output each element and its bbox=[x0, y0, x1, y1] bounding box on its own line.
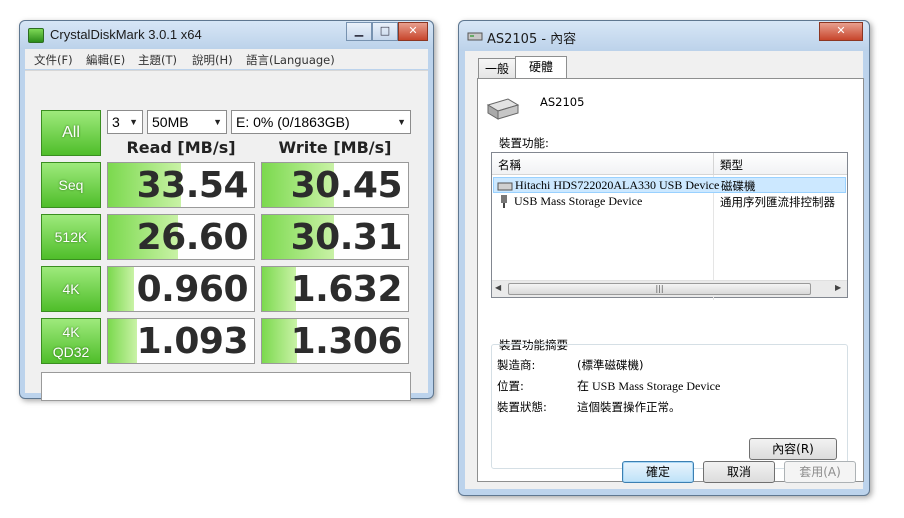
seq-write-result: 30.45 bbox=[261, 162, 409, 208]
4k-qd32-read-value: 1.093 bbox=[136, 321, 249, 362]
512k-button[interactable]: 512K bbox=[41, 214, 101, 260]
minimize-icon: ▁ bbox=[354, 24, 364, 37]
4k-qd32-read-result: 1.093 bbox=[107, 318, 255, 364]
device-functions-list[interactable]: 名稱 類型 Hitachi HDS722020ALA330 USB Device… bbox=[491, 152, 848, 300]
seq-read-value: 33.54 bbox=[136, 165, 249, 206]
drive-icon bbox=[497, 182, 513, 191]
location-label: 位置: bbox=[497, 379, 524, 393]
close-button[interactable]: ✕ bbox=[398, 22, 428, 41]
4k-qd32-read-bar bbox=[108, 319, 138, 363]
ok-button[interactable]: 確定 bbox=[622, 461, 694, 483]
chevron-down-icon: ▼ bbox=[397, 117, 406, 127]
device-status-value: 這個裝置操作正常。 bbox=[577, 400, 681, 414]
read-header: Read [MB/s] bbox=[126, 138, 236, 157]
scroll-left-icon[interactable]: ◀ bbox=[495, 283, 501, 292]
512k-write-value: 30.31 bbox=[290, 217, 403, 258]
hard-drive-icon bbox=[486, 98, 520, 120]
column-name-header[interactable]: 名稱 bbox=[498, 157, 521, 173]
usb-icon bbox=[501, 195, 507, 208]
close-icon: ✕ bbox=[408, 24, 418, 37]
512k-read-result: 26.60 bbox=[107, 214, 255, 260]
seq-write-value: 30.45 bbox=[290, 165, 403, 206]
drive-value: E: 0% (0/1863GB) bbox=[236, 114, 350, 130]
scroll-right-icon[interactable]: ▶ bbox=[835, 283, 841, 292]
4k-button[interactable]: 4K bbox=[41, 266, 101, 312]
4k-write-result: 1.632 bbox=[261, 266, 409, 312]
drive-icon bbox=[467, 32, 483, 41]
device-name-cell: Hitachi HDS722020ALA330 USB Device bbox=[515, 178, 720, 192]
column-divider[interactable] bbox=[713, 153, 714, 175]
menu-bar: 文件(F) 編輯(E) 主題(T) 說明(H) 語言(Language) bbox=[25, 49, 428, 69]
4k-qd32-write-value: 1.306 bbox=[290, 321, 403, 362]
device-type-cell: 通用序列匯流排控制器 bbox=[720, 195, 835, 209]
maximize-button[interactable]: □ bbox=[372, 22, 398, 41]
4k-read-bar bbox=[108, 267, 135, 311]
manufacturer-label: 製造商: bbox=[497, 358, 536, 372]
title-bar[interactable]: CrystalDiskMark 3.0.1 x64 ▁ □ ✕ bbox=[20, 21, 433, 49]
all-button[interactable]: All bbox=[41, 110, 101, 156]
test-size-value: 50MB bbox=[152, 114, 189, 130]
drive-select[interactable]: E: 0% (0/1863GB) ▼ bbox=[231, 110, 411, 134]
hardware-tab-page: AS2105 裝置功能: 名稱 類型 Hitachi HDS722020ALA3… bbox=[477, 78, 864, 482]
summary-group: 製造商: (標準磁碟機) 位置: 在 USB Mass Storage Devi… bbox=[491, 344, 848, 469]
chevron-down-icon: ▼ bbox=[213, 117, 222, 127]
benchmark-panel: All 3 ▼ 50MB ▼ E: 0% (0/1863GB) ▼ Read [… bbox=[25, 70, 428, 401]
seq-read-result: 33.54 bbox=[107, 162, 255, 208]
minimize-button[interactable]: ▁ bbox=[346, 22, 372, 41]
4k-qd32-write-result: 1.306 bbox=[261, 318, 409, 364]
crystaldiskmark-window: CrystalDiskMark 3.0.1 x64 ▁ □ ✕ 文件(F) 編輯… bbox=[19, 20, 434, 401]
runs-value: 3 bbox=[112, 114, 120, 130]
seq-button[interactable]: Seq bbox=[41, 162, 101, 208]
list-header: 名稱 類型 bbox=[492, 153, 847, 175]
properties-button[interactable]: 內容(R) bbox=[749, 438, 837, 460]
apply-button[interactable]: 套用(A) bbox=[784, 461, 856, 483]
4k-read-value: 0.960 bbox=[136, 269, 249, 310]
device-name: AS2105 bbox=[540, 95, 585, 109]
crystaldiskmark-app-icon bbox=[28, 28, 44, 43]
chevron-down-icon: ▼ bbox=[129, 117, 138, 127]
title-bar[interactable]: AS2105 - 內容 ✕ bbox=[459, 21, 869, 51]
close-icon: ✕ bbox=[836, 24, 846, 37]
device-functions-label: 裝置功能: bbox=[499, 136, 549, 150]
list-item[interactable]: USB Mass Storage Device 通用序列匯流排控制器 bbox=[493, 194, 846, 210]
device-status-label: 裝置狀態: bbox=[497, 400, 547, 414]
window-title: AS2105 - 內容 bbox=[487, 32, 577, 47]
test-size-select[interactable]: 50MB ▼ bbox=[147, 110, 227, 134]
menu-help[interactable]: 說明(H) bbox=[192, 52, 233, 68]
comment-input[interactable] bbox=[41, 372, 411, 401]
cancel-button[interactable]: 取消 bbox=[703, 461, 775, 483]
device-name-cell: USB Mass Storage Device bbox=[514, 194, 643, 208]
menu-theme[interactable]: 主題(T) bbox=[138, 52, 177, 68]
4k-read-result: 0.960 bbox=[107, 266, 255, 312]
device-type-cell: 磁碟機 bbox=[721, 179, 756, 193]
tab-hardware[interactable]: 硬體 bbox=[515, 56, 567, 80]
menu-language[interactable]: 語言(Language) bbox=[246, 52, 335, 68]
close-button[interactable]: ✕ bbox=[819, 22, 863, 41]
512k-read-value: 26.60 bbox=[136, 217, 249, 258]
location-value: 在 USB Mass Storage Device bbox=[577, 379, 721, 393]
menu-edit[interactable]: 編輯(E) bbox=[86, 52, 125, 68]
list-item[interactable]: Hitachi HDS722020ALA330 USB Device 磁碟機 bbox=[493, 177, 846, 193]
properties-window: AS2105 - 內容 ✕ 一般 硬體 AS2105 裝置功能: 名稱 類型 H… bbox=[458, 20, 870, 496]
4k-write-value: 1.632 bbox=[290, 269, 403, 310]
manufacturer-value: (標準磁碟機) bbox=[577, 358, 644, 372]
write-header: Write [MB/s] bbox=[278, 138, 392, 157]
4k-qd32-button[interactable]: 4K QD32 bbox=[41, 318, 101, 364]
dialog-body: 一般 硬體 AS2105 裝置功能: 名稱 類型 Hitachi HDS7220… bbox=[465, 51, 864, 489]
tab-general[interactable]: 一般 bbox=[478, 58, 516, 80]
512k-write-result: 30.31 bbox=[261, 214, 409, 260]
column-type-header[interactable]: 類型 bbox=[720, 157, 743, 173]
scroll-thumb[interactable]: ||| bbox=[508, 283, 811, 295]
maximize-icon: □ bbox=[379, 24, 391, 37]
horizontal-scrollbar[interactable]: ◀ ||| ▶ bbox=[492, 280, 847, 297]
runs-select[interactable]: 3 ▼ bbox=[107, 110, 143, 134]
window-title: CrystalDiskMark 3.0.1 x64 bbox=[50, 27, 202, 42]
menu-file[interactable]: 文件(F) bbox=[34, 52, 73, 68]
